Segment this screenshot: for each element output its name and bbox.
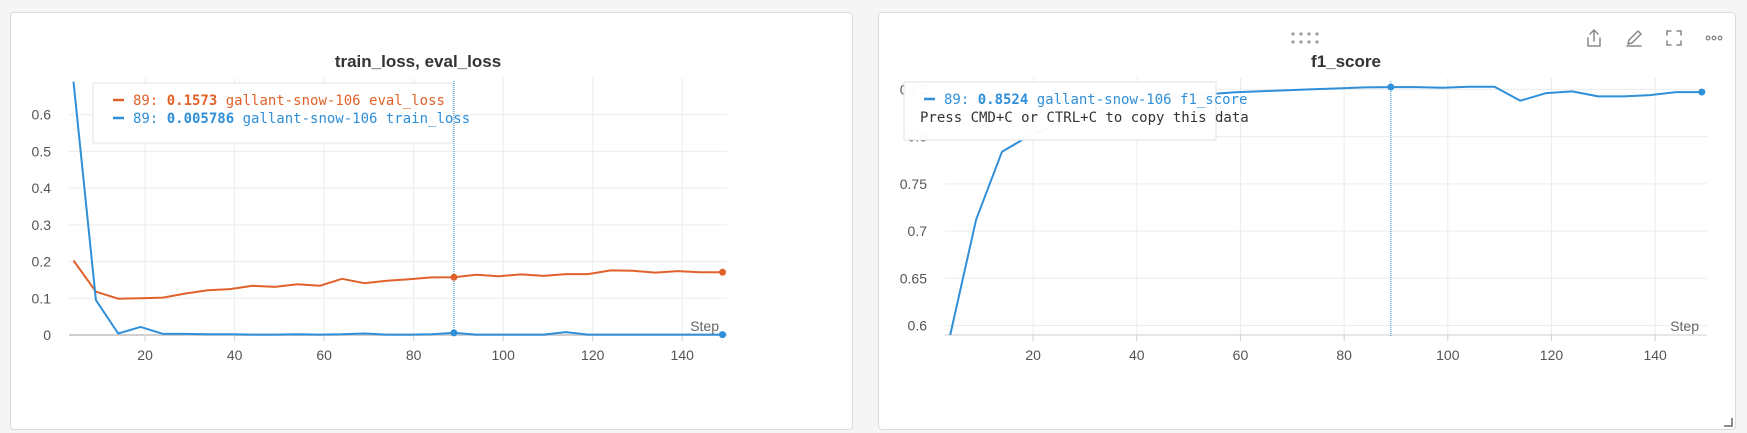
y-tick-label: 0.6 <box>32 107 52 123</box>
series-line[interactable] <box>72 259 723 300</box>
x-tick-label: 80 <box>1336 347 1352 363</box>
chart-panel-f1[interactable]: f1_score0.60.650.70.750.80.8520406080100… <box>878 12 1736 430</box>
y-tick-label: 0.7 <box>908 223 928 239</box>
loss-chart[interactable]: train_loss, eval_loss 0 0.1 0.2 0.3 0.4 0.5 0.6… <box>11 13 854 431</box>
x-tick-label: 140 <box>1643 347 1667 363</box>
x-tick-label: 20 <box>137 347 153 363</box>
x-tick-label: 140 <box>671 347 695 363</box>
panel-toolbar <box>1583 27 1725 49</box>
x-tick-label: 60 <box>316 347 332 363</box>
hover-point <box>450 329 458 337</box>
x-tick-label: 120 <box>581 347 605 363</box>
y-tick-label: 0.75 <box>900 176 927 192</box>
x-tick-label: 100 <box>1436 347 1460 363</box>
tooltip-hint: Press CMD+C or CTRL+C to copy this data <box>920 110 1249 126</box>
tooltip-entry: 89: 0.1573 gallant-snow-106 eval_loss <box>133 93 445 109</box>
y-tick-label: 0.2 <box>32 254 52 270</box>
chart-title: f1_score <box>1311 52 1381 71</box>
f1-chart[interactable]: f1_score0.60.650.70.750.80.8520406080100… <box>879 13 1737 431</box>
chart-panel-loss[interactable]: train_loss, eval_loss 0 0.1 0.2 0.3 0.4 0.5 0.6… <box>10 12 853 430</box>
y-tick-label: 0 <box>43 327 51 343</box>
resize-handle-icon[interactable] <box>1723 417 1733 427</box>
y-tick-label: 0.6 <box>908 318 928 334</box>
drag-handle-icon[interactable] <box>1290 31 1324 45</box>
chart-title: train_loss, eval_loss <box>335 52 501 71</box>
share-icon[interactable] <box>1583 27 1605 49</box>
tooltip: 89: 0.1573 gallant-snow-106 eval_loss 89:… <box>92 82 470 144</box>
y-tick-label: 0.65 <box>900 270 927 286</box>
x-tick-label: 100 <box>492 347 516 363</box>
series-end-point <box>719 268 727 276</box>
tooltip: 89: 0.8524 gallant-snow-106 f1_score Pres… <box>903 81 1249 141</box>
x-axis-label: Step <box>690 318 719 334</box>
x-tick-label: 80 <box>406 347 422 363</box>
y-tick-label: 0.1 <box>32 290 52 306</box>
series-end-point <box>719 331 727 339</box>
hover-point <box>1387 83 1395 91</box>
y-tick-label: 0.4 <box>32 180 52 196</box>
more-icon[interactable] <box>1703 27 1725 49</box>
x-tick-label: 40 <box>227 347 243 363</box>
x-tick-label: 60 <box>1233 347 1249 363</box>
x-tick-label: 20 <box>1025 347 1041 363</box>
y-tick-label: 0.5 <box>32 143 52 159</box>
edit-icon[interactable] <box>1623 27 1645 49</box>
tooltip-entry: 89: 0.005786 gallant-snow-106 train_loss <box>133 111 470 127</box>
x-tick-label: 40 <box>1129 347 1145 363</box>
x-tick-label: 120 <box>1540 347 1564 363</box>
hover-point <box>450 273 458 281</box>
y-tick-label: 0.3 <box>32 217 52 233</box>
series-end-point <box>1698 88 1706 96</box>
fullscreen-icon[interactable] <box>1663 27 1685 49</box>
tooltip-entry: 89: 0.8524 gallant-snow-106 f1_score <box>944 92 1247 108</box>
x-axis-label: Step <box>1670 318 1699 334</box>
